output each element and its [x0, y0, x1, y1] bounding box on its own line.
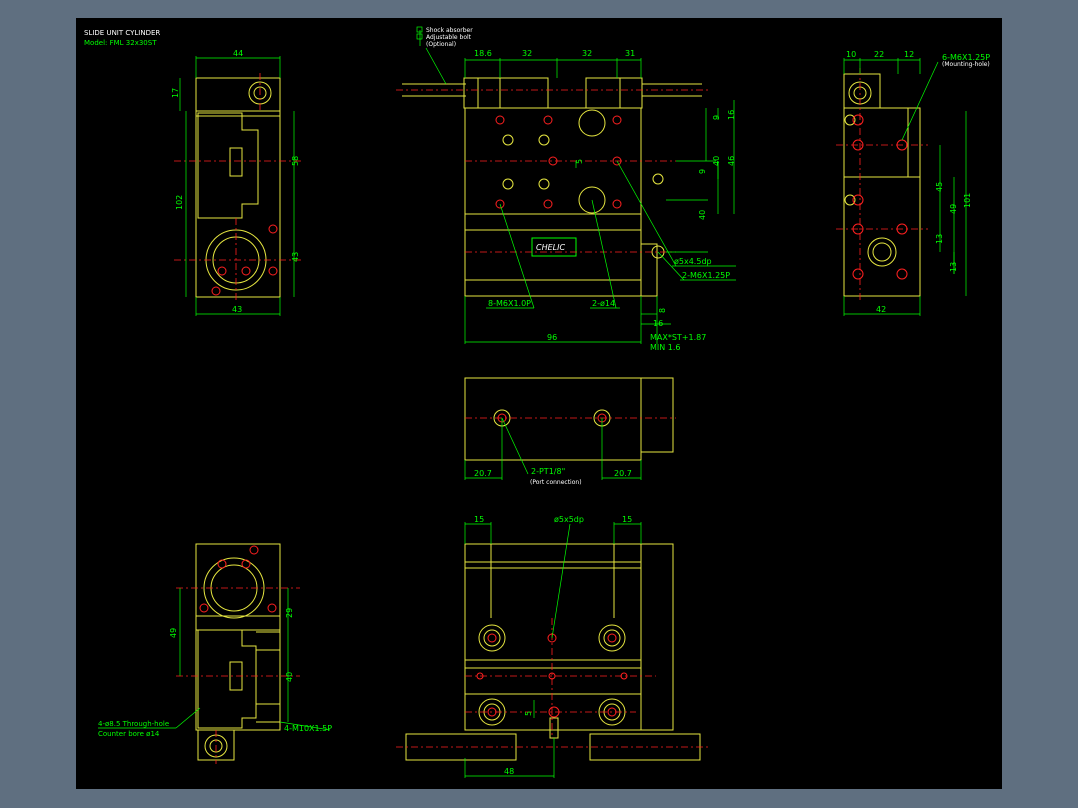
dim-31: 31	[625, 49, 635, 58]
dim-bl-49: 49	[169, 628, 178, 638]
middle-view: 20.7 20.7 2-PT1/8" (Port connection)	[464, 377, 676, 486]
dim-side-10: 10	[846, 50, 856, 59]
callout-d14: 2-ø14	[592, 299, 615, 308]
dim-bl-40: 40	[285, 672, 294, 682]
dim-side-12: 12	[904, 50, 914, 59]
title-block: SLIDE UNIT CYLINDER Model: FML 32x30ST	[84, 29, 160, 47]
note-shock-absorber: Shock absorber	[426, 27, 473, 34]
note-adjustable-bolt: Adjustable bolt	[426, 34, 472, 41]
dim-46: 46	[727, 156, 736, 166]
dim-left-17: 17	[171, 88, 180, 98]
callout-bl-m10: 4-M10X1.5P	[284, 724, 332, 733]
dim-left-58: 58	[291, 156, 300, 166]
dim-mid-20-7a: 20.7	[474, 469, 492, 478]
callout-d5: ø5x4.5dp	[674, 257, 712, 266]
dim-side-13b: 13	[949, 262, 958, 272]
title-line-1: SLIDE UNIT CYLINDER	[84, 29, 160, 37]
drawing-viewport[interactable]: SLIDE UNIT CYLINDER Model: FML 32x30ST 4…	[76, 18, 1002, 789]
dim-side-101: 101	[963, 193, 972, 208]
dim-9a: 9	[712, 115, 721, 120]
dim-40b: 40	[698, 210, 707, 220]
right-side-view: 10 22 12 6-M6X1.25P (Mounting-hole) 101 …	[836, 50, 990, 316]
bottom-view: 15 15 ø5x5dp 5 48	[396, 515, 710, 778]
dim-left-44: 44	[233, 49, 243, 58]
callout-bot-d5: ø5x5dp	[554, 515, 584, 524]
dim-left-43v: 43	[291, 252, 300, 262]
dim-96: 96	[547, 333, 557, 342]
cad-drawing: SLIDE UNIT CYLINDER Model: FML 32x30ST 4…	[84, 26, 990, 778]
callout-port: 2-PT1/8"	[531, 467, 565, 476]
left-end-view: 44 17 102 58 43 43	[171, 49, 301, 316]
dim-18-6: 18.6	[474, 49, 492, 58]
dim-bl-29: 29	[285, 608, 294, 618]
title-line-2: Model: FML 32x30ST	[84, 39, 157, 47]
callout-side-mount-sub: (Mounting-hole)	[942, 61, 990, 68]
dim-bot-48: 48	[504, 767, 514, 776]
callout-m6x1-0: 8-M6X1.0P	[488, 299, 531, 308]
callout-m6x1-25: 2-M6X1.25P	[682, 271, 730, 280]
callout-bl-holes: 4-ø8.5 Through-hole	[98, 720, 169, 728]
dim-16b: 16	[653, 319, 663, 328]
bottom-left-end-view: 49 29 40 4-ø8.5 Through-hole Counter bor…	[98, 543, 332, 764]
dim-left-102: 102	[175, 195, 184, 210]
dim-left-43: 43	[232, 305, 242, 314]
dim-32b: 32	[582, 49, 592, 58]
dim-max-stroke: MAX*ST+1.87	[650, 333, 706, 342]
dim-side-42: 42	[876, 305, 886, 314]
dim-side-22: 22	[874, 50, 884, 59]
front-view: CHELIC 18.6 32 32 31 Shock absorber Adju…	[396, 26, 736, 352]
dim-side-45: 45	[935, 182, 944, 192]
dim-bot-15a: 15	[474, 515, 484, 524]
callout-bl-holes-sub: Counter bore ø14	[98, 730, 160, 738]
dim-bot-5: 5	[524, 711, 533, 716]
nameplate-text: CHELIC	[536, 243, 565, 252]
dim-side-49: 49	[949, 204, 958, 214]
callout-port-sub: (Port connection)	[530, 479, 582, 486]
note-optional: (Optional)	[426, 41, 456, 48]
dim-32a: 32	[522, 49, 532, 58]
dim-9b: 9	[698, 169, 707, 174]
dim-side-13a: 13	[935, 234, 944, 244]
dim-min: MIN 1.6	[650, 343, 681, 352]
dim-bot-15b: 15	[622, 515, 632, 524]
dim-8: 8	[658, 308, 667, 313]
dim-16: 16	[727, 110, 736, 120]
dim-mid-20-7b: 20.7	[614, 469, 632, 478]
